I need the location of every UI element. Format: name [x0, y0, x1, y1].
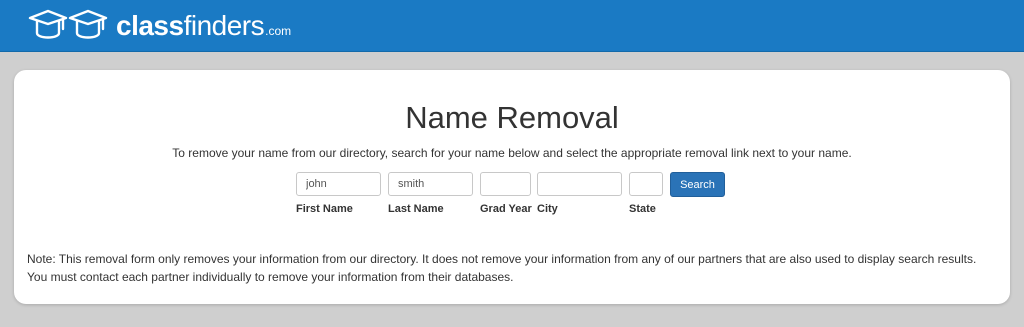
last-name-input[interactable] [388, 172, 473, 196]
brand-light: finders [183, 9, 265, 41]
intro-text: To remove your name from our directory, … [172, 146, 852, 160]
search-button[interactable]: Search [670, 172, 725, 197]
state-input[interactable] [629, 172, 663, 196]
first-name-input[interactable] [296, 172, 381, 196]
removal-card: Name Removal To remove your name from ou… [14, 70, 1010, 304]
city-input[interactable] [537, 172, 622, 196]
removal-note: Note: This removal form only removes you… [27, 252, 977, 284]
site-logo[interactable]: classfinders.com [28, 9, 291, 43]
graduation-caps-icon [28, 9, 108, 39]
first-name-label: First Name [296, 203, 353, 215]
brand-bold: class [116, 9, 184, 41]
page-title: Name Removal [405, 100, 619, 135]
site-header: classfinders.com [0, 0, 1024, 52]
grad-year-label: Grad Year [480, 203, 532, 215]
brand-suffix: .com [265, 23, 292, 38]
grad-year-input[interactable] [480, 172, 531, 196]
brand-name: classfinders.com [116, 10, 291, 42]
city-label: City [537, 203, 558, 215]
last-name-label: Last Name [388, 203, 444, 215]
state-label: State [629, 203, 656, 215]
